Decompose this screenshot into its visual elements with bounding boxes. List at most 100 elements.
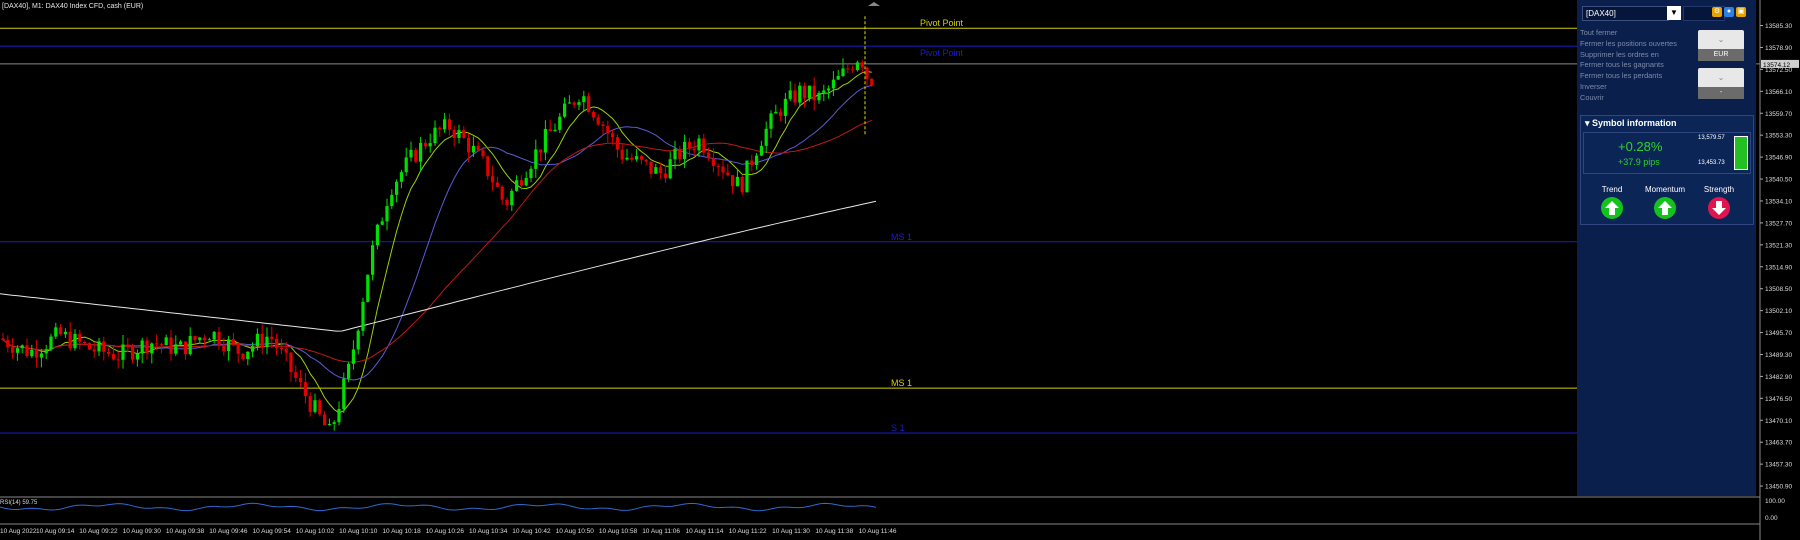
candle-body xyxy=(481,150,485,157)
candle-body xyxy=(495,182,499,187)
candle-body xyxy=(107,351,111,354)
candle-body xyxy=(68,331,72,349)
candle-body xyxy=(116,359,120,361)
candle-body xyxy=(644,159,648,162)
section-title-text: Symbol information xyxy=(1592,118,1677,128)
time-tick-label: 10 Aug 10:34 xyxy=(469,528,508,535)
time-tick-label: 10 Aug 10:10 xyxy=(339,528,378,535)
candle-body xyxy=(183,341,187,355)
candle-body xyxy=(659,167,663,174)
price-tick-label: 13463.70 xyxy=(1765,440,1792,447)
info-icon[interactable]: ● xyxy=(1724,7,1734,17)
candle-body xyxy=(54,327,58,337)
candle-body xyxy=(270,336,274,339)
candle-body xyxy=(246,351,250,359)
candle-body xyxy=(6,339,10,348)
candle-body xyxy=(836,75,840,80)
price-tick-label: 13495.70 xyxy=(1765,330,1792,337)
change-percent: +0.28% xyxy=(1618,139,1663,154)
candle-body xyxy=(515,180,519,191)
candle-body xyxy=(361,301,365,331)
pivot-level-label: Pivot Point xyxy=(920,18,964,29)
second-button[interactable]: - xyxy=(1698,87,1744,99)
candle-body xyxy=(78,333,82,342)
candle-body xyxy=(822,90,826,93)
candle-body xyxy=(102,341,106,352)
price-chart[interactable]: 13574.12 13585.3013578.9013572.5013566.1… xyxy=(0,0,1800,540)
candle-body xyxy=(534,149,538,169)
menu-item-close-losers[interactable]: Fermer tous les perdants xyxy=(1580,71,1677,82)
price-tick-label: 13540.50 xyxy=(1765,177,1792,184)
arrow-up-icon xyxy=(1601,197,1623,219)
candle-body xyxy=(188,336,192,355)
candle-body xyxy=(231,339,235,344)
candle-body xyxy=(342,378,346,409)
volume-button-2[interactable]: ⌄ xyxy=(1698,68,1744,88)
candle-body xyxy=(323,414,327,426)
candle-body xyxy=(241,353,245,359)
candle-body xyxy=(601,124,605,127)
candle-body xyxy=(25,345,29,357)
chevron-down-icon[interactable]: ▼ xyxy=(1667,6,1681,20)
candle-body xyxy=(332,422,336,424)
candle-body xyxy=(385,206,389,222)
price-tick-label: 13502.10 xyxy=(1765,308,1792,315)
candle-body xyxy=(433,127,437,144)
candle-body xyxy=(49,336,53,350)
candle-body xyxy=(423,142,427,147)
candle-body xyxy=(371,245,375,275)
chart-title: [DAX40], M1: DAX40 Index CFD, cash (EUR) xyxy=(2,3,144,10)
chart-background xyxy=(0,0,1760,540)
candle-body xyxy=(793,90,797,103)
currency-button[interactable]: EUR xyxy=(1698,49,1744,61)
candle-body xyxy=(716,165,720,167)
candle-body xyxy=(260,333,264,348)
arrow-up-icon xyxy=(1654,197,1676,219)
candle-body xyxy=(308,396,312,412)
candle-body xyxy=(438,127,442,130)
candle-body xyxy=(668,159,672,179)
candle-body xyxy=(222,345,226,352)
candle-body xyxy=(39,353,43,358)
candle-body xyxy=(870,78,874,86)
menu-item-delete-orders[interactable]: Supprimer les ordres en xyxy=(1580,50,1677,61)
time-tick-label: 10 Aug 10:02 xyxy=(296,528,335,535)
section-title[interactable]: ▾ Symbol information xyxy=(1585,118,1677,129)
time-tick-label: 10 Aug 09:38 xyxy=(166,528,205,535)
time-tick-label: 10 Aug 11:46 xyxy=(859,528,897,535)
candle-body xyxy=(692,148,696,151)
time-tick-label: 10 Aug 10:26 xyxy=(426,528,465,535)
oscillator-axis-label: 0.00 xyxy=(1765,515,1778,522)
candle-body xyxy=(539,149,543,153)
price-tick-label: 13450.90 xyxy=(1765,484,1792,491)
strength-label: Strength xyxy=(1703,185,1735,194)
candle-body xyxy=(212,331,216,340)
candle-body xyxy=(510,190,514,206)
trend-label: Trend xyxy=(1601,185,1623,194)
candle-body xyxy=(548,128,552,132)
menu-item-hedge[interactable]: Couvrir xyxy=(1580,93,1677,104)
menu-item-close-open-positions[interactable]: Fermer les positions ouvertes xyxy=(1580,39,1677,50)
symbol-information: ▾ Symbol information +0.28% +37.9 pips 1… xyxy=(1580,115,1754,225)
candle-body xyxy=(121,344,125,360)
candle-body xyxy=(337,408,341,423)
candle-body xyxy=(409,149,413,158)
candle-body xyxy=(649,161,653,174)
settings-icon[interactable]: ⚙ xyxy=(1712,7,1722,17)
candle-body xyxy=(150,343,154,354)
window-icon[interactable]: ▣ xyxy=(1736,7,1746,17)
candle-body xyxy=(294,372,298,379)
menu-item-reverse[interactable]: Inverser xyxy=(1580,82,1677,93)
time-tick-label: 10 Aug 09:54 xyxy=(253,528,292,535)
candle-body xyxy=(471,145,475,153)
menu-item-close-winners[interactable]: Fermer tous les gagnants xyxy=(1580,60,1677,71)
volume-button[interactable]: ⌄ xyxy=(1698,30,1744,50)
high-value: 13,579.57 xyxy=(1698,135,1725,141)
candle-body xyxy=(486,156,490,177)
symbol-select[interactable]: [DAX40] xyxy=(1582,6,1669,21)
candle-body xyxy=(111,353,115,360)
price-tick-label: 13514.90 xyxy=(1765,264,1792,271)
candle-body xyxy=(783,98,787,116)
menu-item-close-all[interactable]: Tout fermer xyxy=(1580,28,1677,39)
candle-body xyxy=(774,111,778,114)
